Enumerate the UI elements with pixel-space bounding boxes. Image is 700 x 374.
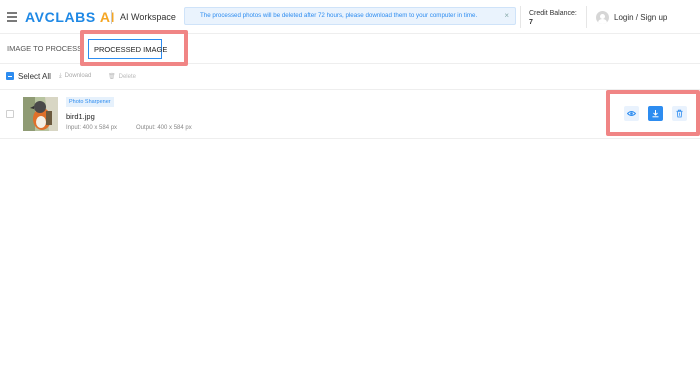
notice-close-icon[interactable]: × [504, 11, 509, 20]
toolbar: Select All ⤓ Download 🗑 Delete [0, 64, 700, 90]
top-header: AVCLABS AI AI Workspace The processed pho… [0, 0, 700, 34]
output-size: Output: 400 x 584 px [136, 125, 192, 131]
delete-button[interactable]: 🗑 Delete [108, 73, 136, 80]
download-button-label: Download [64, 73, 92, 79]
delete-button-label: Delete [118, 74, 136, 80]
header-divider [520, 6, 521, 28]
login-signup-link[interactable]: Login / Sign up [614, 13, 667, 22]
tab-processed-image[interactable]: PROCESSED IMAGE [88, 39, 167, 59]
app-logo[interactable]: AVCLABS AI [25, 9, 115, 25]
download-icon [652, 110, 659, 118]
input-size: Input: 400 x 584 px [66, 125, 118, 131]
notice-banner: The processed photos will be deleted aft… [184, 7, 516, 25]
delete-item-button[interactable] [672, 106, 687, 121]
logo-text: AVCLABS [25, 9, 96, 25]
select-all-checkbox[interactable] [6, 72, 14, 80]
row-checkbox[interactable] [6, 110, 14, 118]
logo-divider [111, 10, 112, 24]
credit-balance: Credit Balance: 7 [529, 9, 577, 27]
file-name: bird1.jpg [66, 112, 95, 121]
tab-bar: IMAGE TO PROCESS PROCESSED IMAGE [0, 34, 700, 64]
tool-badge: Photo Sharpener [66, 97, 114, 107]
credit-balance-value: 7 [529, 19, 533, 26]
trash-icon: 🗑 [108, 74, 116, 80]
select-all-label[interactable]: Select All [18, 72, 51, 81]
credit-balance-label: Credit Balance: [529, 10, 577, 17]
eye-icon [627, 111, 636, 116]
list-item: Photo Sharpener bird1.jpg Input: 400 x 5… [0, 90, 700, 139]
view-button[interactable] [624, 106, 639, 121]
tab-processed-image-label: PROCESSED IMAGE [94, 45, 168, 54]
tab-image-to-process[interactable]: IMAGE TO PROCESS [7, 44, 82, 53]
notice-text: The processed photos will be deleted aft… [200, 12, 478, 19]
header-divider [586, 6, 587, 28]
hamburger-menu-icon[interactable] [7, 12, 17, 22]
image-thumbnail[interactable] [23, 97, 58, 131]
download-item-button[interactable] [648, 106, 663, 121]
user-avatar-icon[interactable] [596, 11, 609, 24]
download-icon: ⤓ [59, 73, 62, 79]
workspace-title: AI Workspace [120, 12, 176, 22]
logo-ai-text: AI [99, 9, 116, 25]
download-button[interactable]: ⤓ Download [59, 73, 91, 80]
trash-icon [676, 109, 683, 118]
bird-thumbnail-image [23, 97, 58, 131]
